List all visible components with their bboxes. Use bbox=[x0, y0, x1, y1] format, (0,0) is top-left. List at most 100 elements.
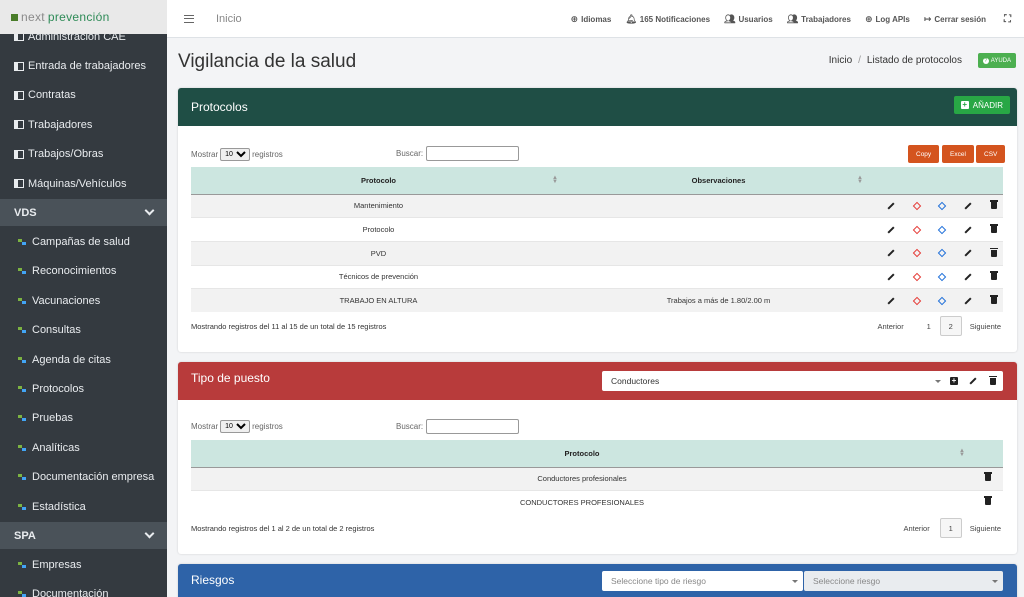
blue-diamond-icon[interactable] bbox=[937, 248, 947, 258]
page-length-select[interactable]: 10 bbox=[220, 420, 251, 433]
protocolos-header: Protocolos bbox=[178, 88, 1017, 126]
fullscreen-icon[interactable]: ⛶ bbox=[1004, 14, 1011, 25]
brand-logo[interactable]: next prevención bbox=[0, 0, 167, 34]
column-header-protocolo[interactable]: Protocolo ▲ ▼ bbox=[191, 167, 566, 195]
sidebar-group-label: SPA bbox=[14, 529, 36, 542]
sidebar-item-contratas[interactable]: Contratas bbox=[0, 81, 167, 110]
csv-button[interactable]: CSV bbox=[976, 145, 1006, 163]
workers-link[interactable]: 👥︎ Trabajadores bbox=[787, 14, 851, 25]
tipo-riesgo-placeholder: Seleccione tipo de riesgo bbox=[611, 576, 706, 586]
blue-diamond-icon[interactable] bbox=[937, 296, 947, 306]
edit-icon[interactable] bbox=[964, 273, 972, 281]
page-title: Vigilancia de la salud bbox=[178, 51, 357, 72]
sidebar-item-reconocimientos[interactable]: Reconocimientos bbox=[0, 257, 167, 286]
red-diamond-icon[interactable] bbox=[912, 248, 922, 258]
sidebar-item-consultas[interactable]: Consultas bbox=[0, 316, 167, 345]
log-apis-label: Log APIs bbox=[875, 14, 910, 24]
red-diamond-icon[interactable] bbox=[912, 272, 922, 282]
page-length-select[interactable]: 10 bbox=[220, 148, 251, 161]
trash-icon[interactable] bbox=[984, 472, 992, 482]
search-input[interactable] bbox=[426, 146, 520, 161]
folder-icon bbox=[14, 90, 24, 100]
pencil-icon[interactable] bbox=[887, 202, 895, 210]
sidebar-item-protocolos[interactable]: Protocolos bbox=[0, 374, 167, 403]
edit-icon[interactable] bbox=[964, 297, 972, 305]
pencil-icon[interactable] bbox=[887, 273, 895, 281]
chevron-down-icon bbox=[144, 528, 155, 539]
prev-page-button[interactable]: Anterior bbox=[873, 316, 907, 336]
sidebar-item-analiticas[interactable]: Analíticas bbox=[0, 433, 167, 462]
sidebar-item-documentacion-empresa[interactable]: Documentación empresa bbox=[0, 462, 167, 491]
sidebar-item-label: Máquinas/Vehículos bbox=[28, 177, 127, 190]
brand-part2: prevención bbox=[47, 10, 110, 24]
sidebar-item-pruebas[interactable]: Pruebas bbox=[0, 404, 167, 433]
tipo-riesgo-select[interactable]: Seleccione tipo de riesgo bbox=[602, 571, 803, 591]
trash-icon[interactable] bbox=[990, 295, 998, 305]
column-header-protocolo[interactable]: Protocolo ▲ ▼ bbox=[191, 440, 973, 468]
add-label: AÑADIR bbox=[972, 100, 1003, 110]
top-home-link[interactable]: Inicio bbox=[216, 13, 242, 25]
logout-link[interactable]: ↦ Cerrar sesión bbox=[924, 14, 986, 25]
languages-link[interactable]: ⊕ Idiomas bbox=[571, 14, 612, 25]
riesgos-title: Riesgos bbox=[191, 572, 235, 587]
sidebar-item-agenda-citas[interactable]: Agenda de citas bbox=[0, 345, 167, 374]
menu-toggle-icon[interactable] bbox=[184, 14, 194, 23]
sidebar-group-spa[interactable]: SPA bbox=[0, 522, 167, 550]
column-header-observaciones[interactable]: Observaciones ▲ ▼ bbox=[566, 167, 871, 195]
pencil-icon[interactable] bbox=[887, 225, 895, 234]
red-diamond-icon[interactable] bbox=[912, 225, 922, 234]
next-page-button[interactable]: Siguiente bbox=[966, 316, 1005, 336]
blue-diamond-icon[interactable] bbox=[937, 201, 947, 211]
edit-icon[interactable] bbox=[969, 377, 977, 385]
row-actions bbox=[871, 193, 1003, 218]
puesto-select[interactable]: Conductores + bbox=[602, 371, 1003, 391]
breadcrumb-separator: / bbox=[858, 55, 861, 66]
riesgo-select[interactable]: Seleccione riesgo bbox=[804, 571, 1003, 591]
edit-icon[interactable] bbox=[964, 202, 972, 210]
prev-page-button[interactable]: Anterior bbox=[899, 518, 933, 538]
search-label: Buscar: bbox=[396, 422, 424, 431]
cell-observaciones bbox=[566, 193, 871, 218]
trash-icon[interactable] bbox=[990, 200, 998, 210]
sidebar-item-trabajadores[interactable]: Trabajadores bbox=[0, 110, 167, 139]
search-input[interactable] bbox=[426, 419, 520, 434]
red-diamond-icon[interactable] bbox=[912, 201, 922, 211]
pencil-icon[interactable] bbox=[887, 297, 895, 305]
caret-down-icon bbox=[935, 379, 941, 383]
excel-button[interactable]: Excel bbox=[942, 145, 974, 163]
page-1-button[interactable]: 1 bbox=[939, 518, 962, 538]
users-link[interactable]: 👥︎ Usuarios bbox=[724, 14, 773, 25]
add-button[interactable]: + AÑADIR bbox=[953, 96, 1010, 114]
sidebar-item-entrada-trabajadores[interactable]: Entrada de trabajadores bbox=[0, 51, 167, 80]
pencil-icon[interactable] bbox=[887, 249, 895, 257]
blue-diamond-icon[interactable] bbox=[937, 272, 947, 282]
sidebar-item-vacunaciones[interactable]: Vacunaciones bbox=[0, 286, 167, 315]
column-header-actions bbox=[973, 440, 1003, 468]
sidebar-item-documentacion[interactable]: Documentación bbox=[0, 580, 167, 597]
sidebar-item-maquinas-vehiculos[interactable]: Máquinas/Vehículos bbox=[0, 169, 167, 198]
sidebar-item-trabajos-obras[interactable]: Trabajos/Obras bbox=[0, 140, 167, 169]
log-apis-link[interactable]: ⊕ Log APIs bbox=[865, 14, 910, 25]
next-page-button[interactable]: Siguiente bbox=[966, 518, 1005, 538]
help-button[interactable]: ? AYUDA bbox=[977, 53, 1016, 68]
edit-icon[interactable] bbox=[964, 225, 972, 234]
add-icon[interactable]: + bbox=[950, 377, 958, 385]
copy-button[interactable]: Copy bbox=[908, 145, 940, 163]
breadcrumb-home[interactable]: Inicio bbox=[829, 55, 852, 66]
trash-icon[interactable] bbox=[990, 271, 998, 281]
trash-icon[interactable] bbox=[990, 224, 998, 234]
module-icon bbox=[18, 297, 26, 304]
sidebar-item-empresas[interactable]: Empresas bbox=[0, 550, 167, 579]
red-diamond-icon[interactable] bbox=[912, 296, 922, 306]
sidebar-item-campanas-salud[interactable]: Campañas de salud bbox=[0, 227, 167, 256]
notifications-link[interactable]: 🔔︎ 165 Notificaciones bbox=[625, 14, 710, 25]
blue-diamond-icon[interactable] bbox=[937, 225, 947, 234]
sidebar-item-estadistica[interactable]: Estadística bbox=[0, 492, 167, 521]
trash-icon[interactable] bbox=[990, 247, 998, 257]
page-2-button[interactable]: 2 bbox=[939, 316, 962, 336]
page-1-button[interactable]: 1 bbox=[918, 316, 940, 336]
sidebar-group-vds[interactable]: VDS bbox=[0, 199, 167, 227]
trash-icon[interactable] bbox=[984, 496, 992, 506]
edit-icon[interactable] bbox=[964, 249, 972, 257]
trash-icon[interactable] bbox=[989, 375, 997, 385]
